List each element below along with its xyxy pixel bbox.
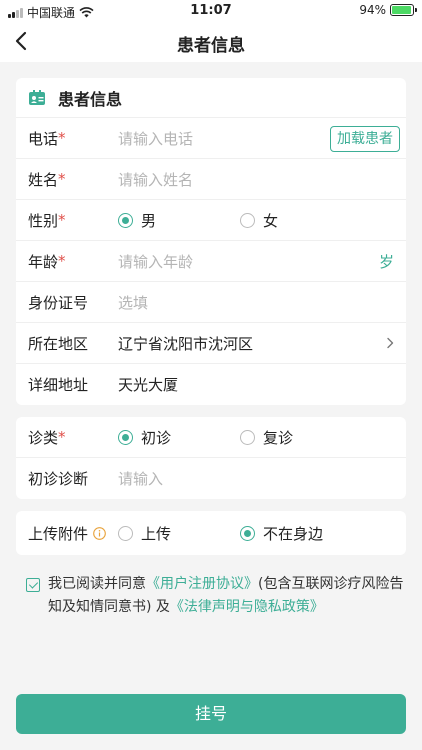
patient-card-header: 患者信息 — [16, 78, 406, 118]
radio-dot — [240, 212, 255, 228]
radio-dot — [118, 525, 133, 541]
phone-label: 电话 * — [28, 129, 66, 148]
attachment-label: 上传附件 — [28, 523, 118, 544]
id-card-label: 身份证号 — [28, 293, 89, 312]
diagnosis-input[interactable]: 请输入 — [118, 468, 396, 489]
status-right: 94% — [359, 3, 417, 17]
gender-female-radio[interactable]: 女 — [240, 210, 278, 231]
patient-card-title: 患者信息 — [58, 89, 123, 109]
attachment-radio-group: 上传 不在身边 — [118, 523, 396, 544]
gender-row: 性别 * 男 女 — [16, 200, 406, 241]
gender-radio-group: 男 女 — [118, 210, 396, 231]
visit-type-radio-group: 初诊 复诊 — [118, 427, 396, 448]
patient-info-card: 患者信息 电话 * 请输入电话 加载患者 姓名 * 请输入姓名 性别 * 男 女 年龄… — [16, 78, 406, 405]
diagnosis-row: 初诊诊断 请输入 — [16, 458, 406, 499]
battery-fill — [392, 6, 411, 14]
phone-row: 电话 * 请输入电话 加载患者 — [16, 118, 406, 159]
upload-radio[interactable]: 上传 — [118, 523, 240, 544]
address-label: 详细地址 — [28, 376, 89, 394]
gender-male-radio[interactable]: 男 — [118, 210, 240, 231]
agreement: 我已阅读并同意《用户注册协议》(包含互联网诊疗风险告知及知情同意书) 及《法律声… — [26, 573, 404, 619]
visit-info-card: 诊类 * 初诊 复诊 初诊诊断 请输入 — [16, 417, 406, 499]
age-label: 年龄 * — [28, 252, 66, 271]
region-row[interactable]: 所在地区 辽宁省沈阳市沈河区 — [16, 323, 406, 364]
follow-up-radio[interactable]: 复诊 — [240, 427, 293, 448]
diagnosis-label: 初诊诊断 — [28, 470, 89, 488]
nav-bar: 患者信息 — [0, 22, 422, 62]
age-input[interactable]: 请输入年龄 — [118, 251, 379, 272]
attachment-card: 上传附件 上传 不在身边 — [16, 511, 406, 555]
radio-dot — [240, 429, 255, 445]
visit-type-row: 诊类 * 初诊 复诊 — [16, 417, 406, 458]
name-input[interactable]: 请输入姓名 — [118, 169, 396, 190]
visit-type-label: 诊类 * — [28, 428, 66, 447]
info-icon[interactable] — [93, 526, 106, 540]
battery-icon — [390, 4, 417, 16]
region-label: 所在地区 — [28, 334, 89, 353]
user-agreement-link[interactable]: 《用户注册协议》 — [146, 576, 258, 592]
load-patient-button[interactable]: 加载患者 — [330, 126, 400, 152]
age-row: 年龄 * 请输入年龄 岁 — [16, 241, 406, 282]
radio-dot — [240, 525, 255, 541]
agreement-text-1: 我已阅读并同意 — [48, 576, 146, 592]
address-row: 详细地址 天光大厦 — [16, 364, 406, 405]
page-title: 患者信息 — [177, 36, 245, 56]
not-available-radio[interactable]: 不在身边 — [240, 523, 323, 544]
radio-dot — [118, 212, 133, 228]
region-value[interactable]: 辽宁省沈阳市沈河区 — [118, 333, 384, 354]
id-card-icon — [29, 89, 45, 105]
name-row: 姓名 * 请输入姓名 — [16, 159, 406, 200]
radio-dot — [118, 429, 133, 445]
name-label: 姓名 * — [28, 170, 66, 189]
address-input[interactable]: 天光大厦 — [118, 374, 396, 395]
status-bar: 中国联通 11:07 94% — [0, 0, 422, 22]
battery-percent: 94% — [359, 3, 386, 17]
first-visit-radio[interactable]: 初诊 — [118, 427, 240, 448]
agreement-checkbox[interactable] — [26, 578, 40, 592]
register-button[interactable]: 挂号 — [16, 694, 406, 734]
agreement-text: 我已阅读并同意《用户注册协议》(包含互联网诊疗风险告知及知情同意书) 及《法律声… — [48, 573, 404, 619]
gender-label: 性别 * — [28, 211, 66, 230]
id-card-input[interactable]: 选填 — [118, 292, 396, 313]
privacy-policy-link[interactable]: 《法律声明与隐私政策》 — [170, 599, 324, 615]
age-unit: 岁 — [378, 252, 394, 271]
chevron-right-icon — [387, 337, 394, 349]
attachment-row: 上传附件 上传 不在身边 — [16, 511, 406, 555]
id-card-row: 身份证号 选填 — [16, 282, 406, 323]
